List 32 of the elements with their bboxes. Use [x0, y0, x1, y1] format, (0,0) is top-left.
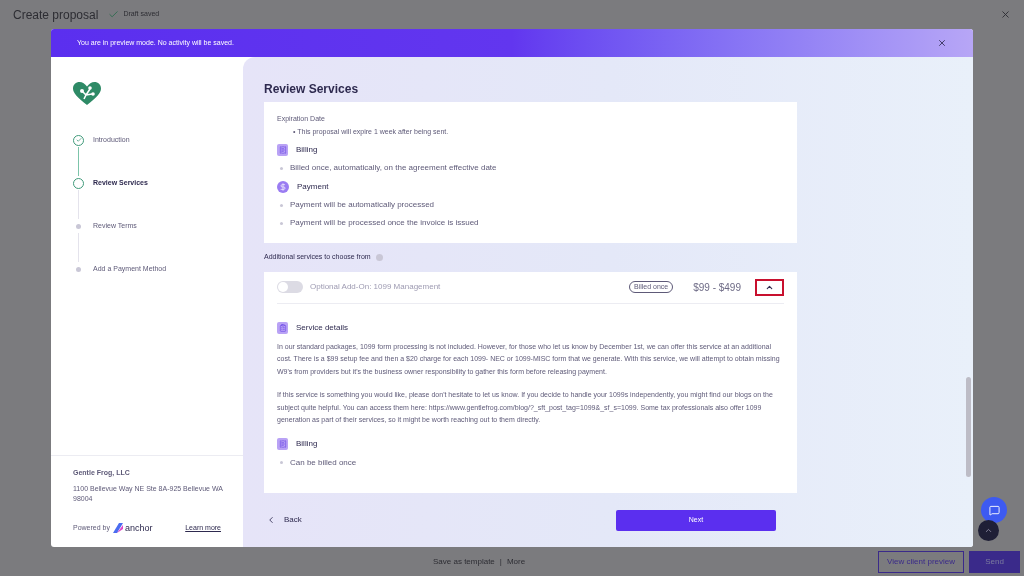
receipt-icon [277, 144, 288, 156]
addon-name: Optional Add-On: 1099 Management [310, 281, 441, 293]
list-item-text: Can be billed once [290, 456, 357, 469]
price-range: $99 - $499 [693, 280, 741, 295]
clipboard-icon [277, 321, 288, 334]
brand-mark-icon [111, 522, 124, 535]
section-title: Billing [296, 144, 318, 156]
page-heading: Review Services [264, 81, 360, 98]
scroll-up-button[interactable] [978, 520, 999, 541]
section-title: Payment [297, 181, 329, 193]
back-button[interactable]: Back [264, 514, 302, 526]
separator-text: | [499, 555, 502, 568]
toggle-switch[interactable] [277, 281, 303, 293]
list-item-text: Payment will be automatically processed [290, 199, 435, 211]
collapse-button[interactable] [755, 278, 784, 296]
chevron-up-icon [984, 526, 993, 535]
chat-bubble-button[interactable] [981, 497, 1007, 523]
dollar-icon [277, 181, 289, 193]
heart-logo-icon [73, 82, 101, 106]
section-title: Billing [296, 437, 318, 450]
chat-icon [988, 504, 1000, 516]
check-icon [108, 9, 120, 20]
scrollbar-thumb[interactable] [966, 377, 971, 477]
list-item-text: Payment will be processed once the invoice is issued [290, 217, 479, 229]
close-icon[interactable] [937, 38, 947, 48]
chevron-left-icon [266, 515, 276, 525]
list-item-text: Billed once, automatically, on the agreement effective date [290, 162, 497, 174]
receipt-icon [277, 437, 288, 450]
section-title: Service details [296, 321, 349, 334]
brand-name: anchor [124, 521, 153, 535]
page-title: Create proposal [13, 6, 99, 24]
close-icon[interactable] [1000, 9, 1011, 20]
